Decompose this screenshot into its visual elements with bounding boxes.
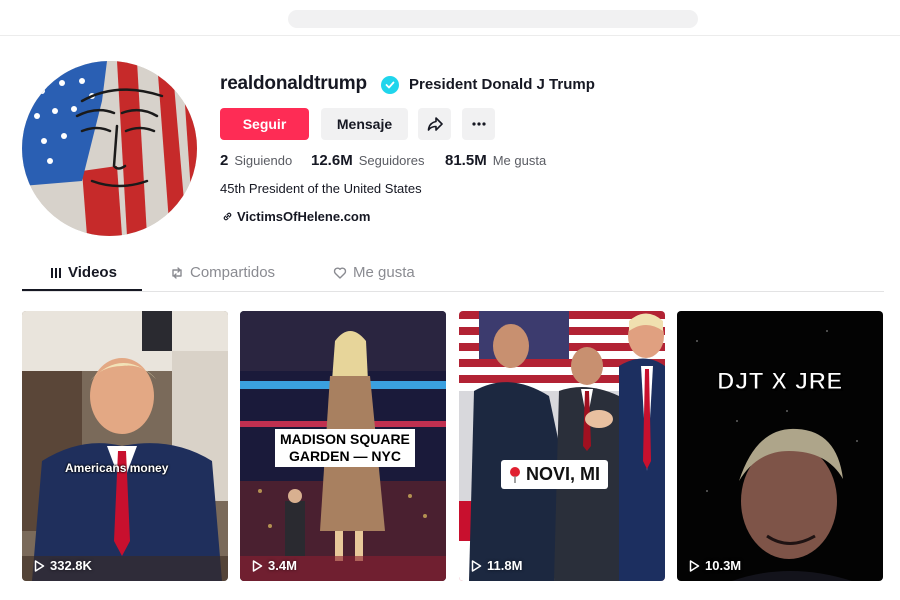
video-caption: DJT X JRE <box>717 368 843 396</box>
view-count: 11.8M <box>471 558 522 573</box>
video-caption: MADISON SQUARE GARDEN — NYC <box>275 429 415 467</box>
verified-badge-icon <box>381 76 399 94</box>
heart-icon <box>333 266 347 279</box>
profile-nickname: President Donald J Trump <box>409 76 595 93</box>
play-icon <box>689 559 700 572</box>
profile-link-text: VictimsOfHelene.com <box>237 209 371 224</box>
avatar-image <box>22 61 197 236</box>
view-count-text: 11.8M <box>487 558 523 573</box>
view-count-text: 10.3M <box>705 558 742 573</box>
video-caption-line2: GARDEN — NYC <box>288 448 401 464</box>
avatar[interactable] <box>22 61 197 236</box>
tab-videos-label: Videos <box>68 264 117 281</box>
followers-label: Seguidores <box>358 153 425 168</box>
tab-videos[interactable]: Videos <box>50 264 117 281</box>
view-count-text: 332.8K <box>50 558 92 573</box>
likes-label: Me gusta <box>492 153 547 168</box>
view-count: 3.4M <box>252 558 297 573</box>
followers-count: 12.6M <box>311 152 353 169</box>
video-card[interactable]: MADISON SQUARE GARDEN — NYC 3.4M <box>240 311 446 581</box>
more-button[interactable] <box>462 108 495 140</box>
share-button[interactable] <box>418 108 451 140</box>
grid-icon <box>51 267 61 278</box>
likes-count: 81.5M <box>445 152 487 169</box>
tab-liked[interactable]: Me gusta <box>333 264 415 281</box>
tab-liked-label: Me gusta <box>353 264 415 281</box>
video-card[interactable]: DJT X JRE 10.3M <box>677 311 883 581</box>
view-count: 332.8K <box>34 558 92 573</box>
profile-username: realdonaldtrump <box>220 73 367 94</box>
active-tab-indicator <box>22 289 142 291</box>
play-icon <box>252 559 263 572</box>
profile-tabs: Videos Compartidos Me gusta <box>22 254 884 292</box>
tab-reposts[interactable]: Compartidos <box>170 264 275 281</box>
video-thumbnail <box>22 311 228 581</box>
location-pin-icon <box>510 466 520 483</box>
profile-link[interactable]: VictimsOfHelene.com <box>222 209 370 224</box>
share-icon <box>427 117 443 131</box>
followers-stat[interactable]: 12.6M Seguidores <box>311 152 424 169</box>
follow-button[interactable]: Seguir <box>220 108 309 140</box>
video-card[interactable]: NOVI, MI 11.8M <box>459 311 665 581</box>
view-count-text: 3.4M <box>268 558 297 573</box>
following-stat[interactable]: 2 Siguiendo <box>220 152 292 169</box>
following-label: Siguiendo <box>234 153 293 168</box>
play-icon <box>471 559 482 572</box>
tab-reposts-label: Compartidos <box>190 264 276 281</box>
video-caption-line1: MADISON SQUARE <box>280 431 410 447</box>
video-thumbnail <box>459 311 665 581</box>
profile-bio: 45th President of the United States <box>220 181 422 196</box>
video-caption-text: NOVI, MI <box>526 464 601 484</box>
likes-stat: 81.5M Me gusta <box>445 152 546 169</box>
link-icon <box>223 212 232 221</box>
search-bar[interactable] <box>288 10 698 28</box>
play-icon <box>34 559 45 572</box>
video-caption: NOVI, MI <box>501 460 609 489</box>
video-thumbnail <box>677 311 883 581</box>
more-icon <box>471 122 486 126</box>
view-count: 10.3M <box>689 558 741 573</box>
top-bar <box>0 0 900 36</box>
message-button[interactable]: Mensaje <box>321 108 408 140</box>
video-card[interactable]: Americans money 332.8K <box>22 311 228 581</box>
repost-icon <box>172 266 182 279</box>
video-caption: Americans money <box>65 461 169 475</box>
following-count: 2 <box>220 152 229 169</box>
